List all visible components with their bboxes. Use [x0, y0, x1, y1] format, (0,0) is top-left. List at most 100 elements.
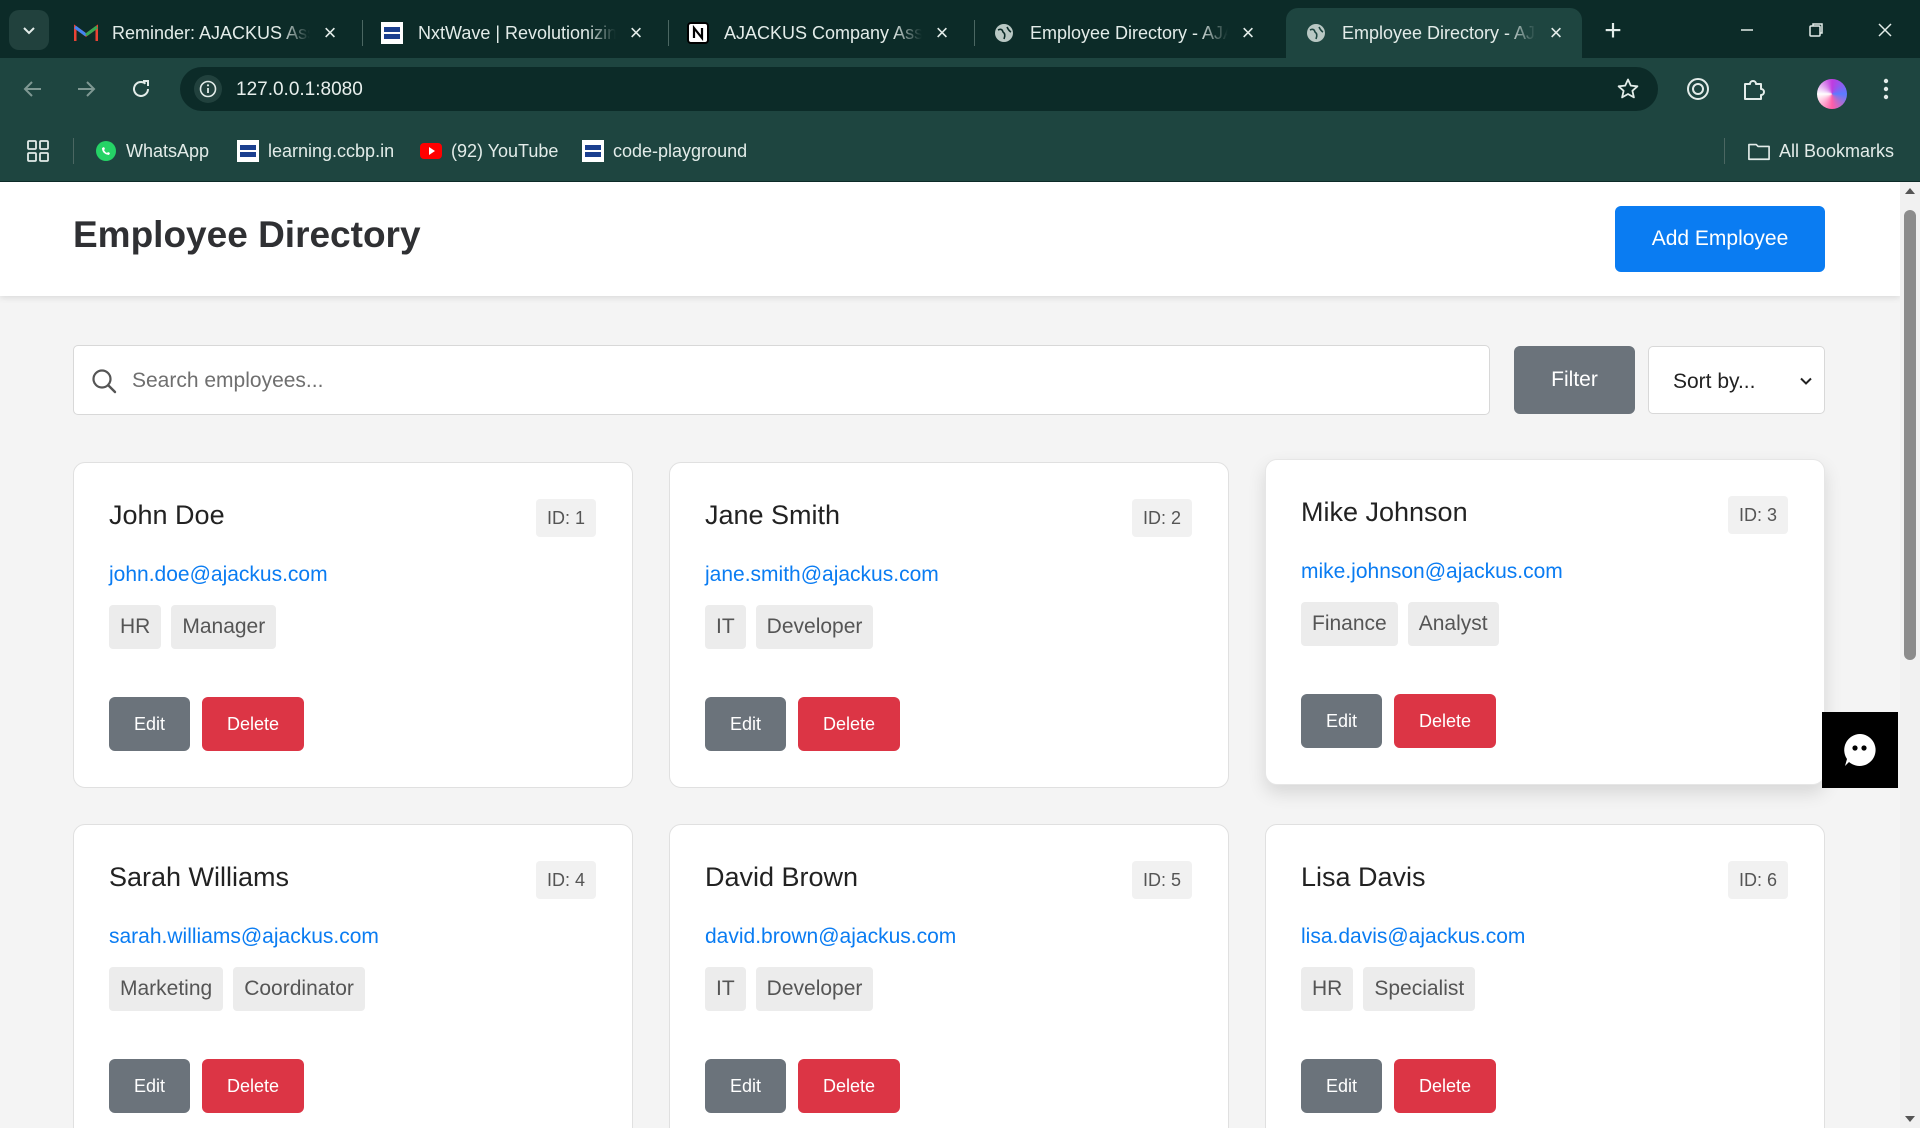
employee-name: John Doe	[109, 500, 225, 530]
bookmark-star-icon[interactable]	[1616, 77, 1640, 106]
apps-grid-icon[interactable]	[27, 138, 49, 164]
employee-tags: HR Specialist	[1301, 967, 1476, 1011]
close-window-button[interactable]	[1855, 10, 1915, 50]
browser-tab[interactable]: Employee Directory - AJACKUS ×	[974, 8, 1274, 58]
bookmark-code-playground[interactable]: code-playground	[582, 138, 747, 164]
scroll-up-arrow-icon[interactable]	[1904, 186, 1916, 196]
department-tag: Marketing	[109, 967, 224, 1011]
notion-icon	[686, 21, 710, 45]
tab-search-button[interactable]	[9, 10, 49, 50]
bookmark-label: (92) YouTube	[451, 140, 559, 161]
delete-button[interactable]: Delete	[798, 1059, 900, 1113]
edit-button[interactable]: Edit	[109, 697, 190, 751]
forward-button[interactable]	[67, 70, 105, 108]
delete-button[interactable]: Delete	[202, 697, 304, 751]
browser-tab[interactable]: AJACKUS Company Assignment ×	[668, 8, 968, 58]
lens-extension-icon[interactable]	[1682, 73, 1714, 105]
bookmark-divider	[1724, 138, 1725, 164]
page-scrollbar[interactable]	[1900, 182, 1920, 1128]
employee-tags: Marketing Coordinator	[109, 967, 365, 1011]
scrollbar-thumb[interactable]	[1904, 210, 1916, 660]
browser-tab-active[interactable]: Employee Directory - AJACKUS ×	[1286, 8, 1582, 58]
search-input[interactable]	[132, 364, 1462, 398]
delete-button[interactable]: Delete	[1394, 1059, 1496, 1113]
employee-card: Jane Smith ID: 2 jane.smith@ajackus.com …	[669, 462, 1229, 788]
employee-email-link[interactable]: david.brown@ajackus.com	[705, 925, 956, 949]
page-title: Employee Directory	[73, 214, 421, 255]
close-tab-icon[interactable]: ×	[1544, 20, 1568, 45]
employee-id-badge: ID: 5	[1131, 861, 1192, 899]
card-actions: Edit Delete	[109, 1059, 304, 1113]
employee-name: Mike Johnson	[1301, 497, 1468, 527]
chat-widget-button[interactable]	[1822, 712, 1898, 788]
employee-card: Mike Johnson ID: 3 mike.johnson@ajackus.…	[1265, 459, 1825, 785]
new-tab-button[interactable]: +	[1596, 14, 1630, 48]
scroll-down-arrow-icon[interactable]	[1904, 1114, 1916, 1124]
card-actions: Edit Delete	[1301, 694, 1496, 748]
reload-button[interactable]	[122, 70, 160, 108]
card-actions: Edit Delete	[705, 697, 900, 751]
close-tab-icon[interactable]: ×	[930, 20, 954, 45]
edit-button[interactable]: Edit	[705, 697, 786, 751]
employee-email-link[interactable]: sarah.williams@ajackus.com	[109, 925, 379, 949]
add-employee-button[interactable]: Add Employee	[1615, 206, 1825, 272]
search-bar[interactable]	[73, 345, 1490, 415]
tab-title: NxtWave | Revolutionizing	[418, 22, 616, 43]
browser-tab[interactable]: Reminder: AJACKUS Assignment ×	[56, 8, 356, 58]
employee-tags: IT Developer	[705, 605, 874, 649]
employee-name: Lisa Davis	[1301, 862, 1426, 892]
edit-button[interactable]: Edit	[1301, 1059, 1382, 1113]
bookmark-youtube[interactable]: (92) YouTube	[420, 138, 558, 164]
employee-tags: Finance Analyst	[1301, 602, 1499, 646]
edit-button[interactable]: Edit	[1301, 694, 1382, 748]
employee-name: Sarah Williams	[109, 862, 290, 892]
search-icon	[90, 367, 118, 400]
department-tag: Finance	[1301, 602, 1398, 646]
bookmark-label: code-playground	[613, 140, 748, 161]
restore-button[interactable]	[1786, 10, 1846, 50]
filter-button[interactable]: Filter	[1514, 346, 1635, 414]
bookmark-divider	[73, 138, 74, 164]
bookmark-learning-ccbp[interactable]: learning.ccbp.in	[237, 138, 394, 164]
extensions-puzzle-icon[interactable]	[1737, 73, 1769, 105]
app-header: Employee Directory Add Employee	[0, 182, 1900, 296]
close-tab-icon[interactable]: ×	[624, 20, 648, 45]
employee-id-badge: ID: 2	[1131, 499, 1192, 537]
employee-tags: IT Developer	[705, 967, 874, 1011]
sort-select[interactable]: Sort by...	[1648, 346, 1825, 414]
tab-title: Reminder: AJACKUS Assignment	[112, 22, 310, 43]
arrow-right-icon	[78, 81, 96, 97]
browser-toolbar: 127.0.0.1:8080	[0, 58, 1920, 120]
gmail-icon	[74, 21, 98, 45]
bookmark-whatsapp[interactable]: WhatsApp	[95, 138, 209, 164]
minimize-button[interactable]	[1717, 10, 1777, 50]
whatsapp-icon	[95, 140, 117, 162]
close-tab-icon[interactable]: ×	[1236, 20, 1260, 45]
back-button[interactable]	[14, 70, 52, 108]
bookmark-label: learning.ccbp.in	[268, 140, 395, 161]
delete-button[interactable]: Delete	[1394, 694, 1496, 748]
address-bar[interactable]: 127.0.0.1:8080	[180, 67, 1658, 111]
employee-email-link[interactable]: john.doe@ajackus.com	[109, 563, 328, 587]
role-tag: Coordinator	[233, 967, 365, 1011]
employee-email-link[interactable]: mike.johnson@ajackus.com	[1301, 560, 1563, 584]
edit-button[interactable]: Edit	[705, 1059, 786, 1113]
all-bookmarks-button[interactable]: All Bookmarks	[1748, 138, 1894, 164]
edit-button[interactable]: Edit	[109, 1059, 190, 1113]
minimize-icon	[1741, 29, 1753, 31]
role-tag: Specialist	[1363, 967, 1476, 1011]
browser-tab[interactable]: NxtWave | Revolutionizing ×	[362, 8, 662, 58]
delete-button[interactable]: Delete	[202, 1059, 304, 1113]
role-tag: Developer	[755, 605, 874, 649]
kebab-menu-icon[interactable]	[1870, 73, 1902, 105]
role-tag: Manager	[171, 605, 277, 649]
close-tab-icon[interactable]: ×	[318, 20, 342, 45]
employee-id-badge: ID: 6	[1727, 861, 1788, 899]
employee-email-link[interactable]: jane.smith@ajackus.com	[705, 563, 939, 587]
address-text: 127.0.0.1:8080	[236, 79, 363, 100]
profile-avatar[interactable]	[1817, 79, 1847, 109]
delete-button[interactable]: Delete	[798, 697, 900, 751]
employee-card: Lisa Davis ID: 6 lisa.davis@ajackus.com …	[1265, 824, 1825, 1128]
site-info-icon[interactable]	[194, 75, 222, 103]
employee-email-link[interactable]: lisa.davis@ajackus.com	[1301, 925, 1525, 949]
